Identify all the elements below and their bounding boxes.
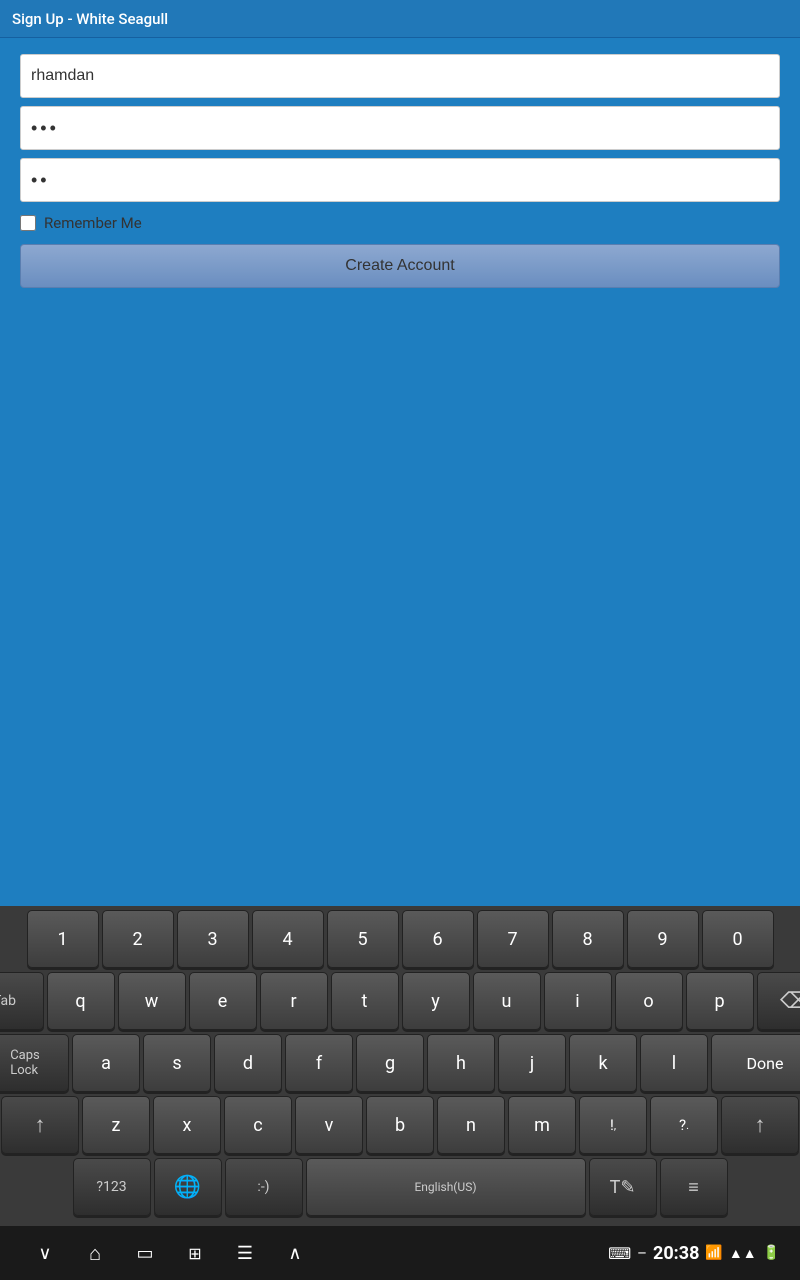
keyboard-row-asdf: CapsLock a s d f g h j k l Done — [2, 1034, 798, 1092]
nav-task[interactable]: ∧ — [270, 1243, 320, 1264]
key-6[interactable]: 6 — [402, 910, 474, 968]
keyboard-indicator: ⌨ — [608, 1244, 631, 1263]
key-x[interactable]: x — [153, 1096, 221, 1154]
key-v[interactable]: v — [295, 1096, 363, 1154]
key-i[interactable]: i — [544, 972, 612, 1030]
key-p[interactable]: p — [686, 972, 754, 1030]
password-input[interactable] — [20, 106, 780, 150]
key-5[interactable]: 5 — [327, 910, 399, 968]
confirm-password-input[interactable] — [20, 158, 780, 202]
key-d[interactable]: d — [214, 1034, 282, 1092]
key-g[interactable]: g — [356, 1034, 424, 1092]
keyboard-row-zxcv: ↑ z x c v b n m !, ?. ↑ — [2, 1096, 798, 1154]
key-smiley[interactable]: :-) — [225, 1158, 303, 1216]
create-account-button[interactable]: Create Account — [20, 244, 780, 288]
remember-me-label[interactable]: Remember Me — [44, 214, 142, 232]
nav-options[interactable]: ☰ — [220, 1243, 270, 1264]
key-shift-right[interactable]: ↑ — [721, 1096, 799, 1154]
key-h[interactable]: h — [427, 1034, 495, 1092]
key-globe[interactable]: 🌐 — [154, 1158, 222, 1216]
username-input[interactable] — [20, 54, 780, 98]
key-tab[interactable]: Tab — [0, 972, 44, 1030]
wifi-icon: 📶 — [705, 1245, 722, 1261]
key-q[interactable]: q — [47, 972, 115, 1030]
key-numbers-toggle[interactable]: ?123 — [73, 1158, 151, 1216]
remember-me-checkbox[interactable] — [20, 215, 36, 231]
signal-icon: ▲▲ — [729, 1245, 757, 1262]
key-z[interactable]: z — [82, 1096, 150, 1154]
key-caps-lock[interactable]: CapsLock — [0, 1034, 69, 1092]
key-question[interactable]: ?. — [650, 1096, 718, 1154]
main-content: Remember Me Create Account — [0, 38, 800, 906]
key-8[interactable]: 8 — [552, 910, 624, 968]
key-0[interactable]: 0 — [702, 910, 774, 968]
nav-back[interactable]: ∨ — [20, 1243, 70, 1264]
status-bar: ⌨ – 20:38 📶 ▲▲ 🔋 — [608, 1243, 780, 1264]
key-k[interactable]: k — [569, 1034, 637, 1092]
key-9[interactable]: 9 — [627, 910, 699, 968]
key-w[interactable]: w — [118, 972, 186, 1030]
keyboard-row-qwerty: Tab q w e r t y u i o p ⌫ — [2, 972, 798, 1030]
app-title: Sign Up - White Seagull — [12, 10, 168, 28]
battery-icon: 🔋 — [763, 1245, 780, 1261]
key-7[interactable]: 7 — [477, 910, 549, 968]
key-j[interactable]: j — [498, 1034, 566, 1092]
key-n[interactable]: n — [437, 1096, 505, 1154]
key-m[interactable]: m — [508, 1096, 576, 1154]
key-menu[interactable]: ≡ — [660, 1158, 728, 1216]
key-3[interactable]: 3 — [177, 910, 249, 968]
key-2[interactable]: 2 — [102, 910, 174, 968]
key-t[interactable]: t — [331, 972, 399, 1030]
key-f[interactable]: f — [285, 1034, 353, 1092]
key-o[interactable]: o — [615, 972, 683, 1030]
title-bar: Sign Up - White Seagull — [0, 0, 800, 38]
key-backspace[interactable]: ⌫ — [757, 972, 800, 1030]
key-exclaim[interactable]: !, — [579, 1096, 647, 1154]
nav-recent[interactable]: ▭ — [120, 1243, 170, 1264]
key-b[interactable]: b — [366, 1096, 434, 1154]
key-u[interactable]: u — [473, 972, 541, 1030]
key-text-format[interactable]: T✎ — [589, 1158, 657, 1216]
key-shift-left[interactable]: ↑ — [1, 1096, 79, 1154]
nav-screenshot[interactable]: ⊞ — [170, 1244, 220, 1263]
key-done[interactable]: Done — [711, 1034, 800, 1092]
nav-bar: ∨ ⌂ ▭ ⊞ ☰ ∧ ⌨ – 20:38 📶 ▲▲ 🔋 — [0, 1226, 800, 1280]
key-r[interactable]: r — [260, 972, 328, 1030]
key-l[interactable]: l — [640, 1034, 708, 1092]
time-display: 20:38 — [653, 1243, 699, 1264]
key-y[interactable]: y — [402, 972, 470, 1030]
key-s[interactable]: s — [143, 1034, 211, 1092]
nav-home[interactable]: ⌂ — [70, 1241, 120, 1266]
key-a[interactable]: a — [72, 1034, 140, 1092]
key-4[interactable]: 4 — [252, 910, 324, 968]
keyboard-area: 1 2 3 4 5 6 7 8 9 0 Tab q w e r t y u i … — [0, 906, 800, 1226]
key-space[interactable]: English(US) — [306, 1158, 586, 1216]
key-c[interactable]: c — [224, 1096, 292, 1154]
remember-me-row: Remember Me — [20, 214, 780, 232]
time-separator: – — [637, 1244, 647, 1262]
key-e[interactable]: e — [189, 972, 257, 1030]
keyboard-row-numbers: 1 2 3 4 5 6 7 8 9 0 — [2, 910, 798, 968]
keyboard-row-bottom: ?123 🌐 :-) English(US) T✎ ≡ — [2, 1158, 798, 1216]
key-1[interactable]: 1 — [27, 910, 99, 968]
